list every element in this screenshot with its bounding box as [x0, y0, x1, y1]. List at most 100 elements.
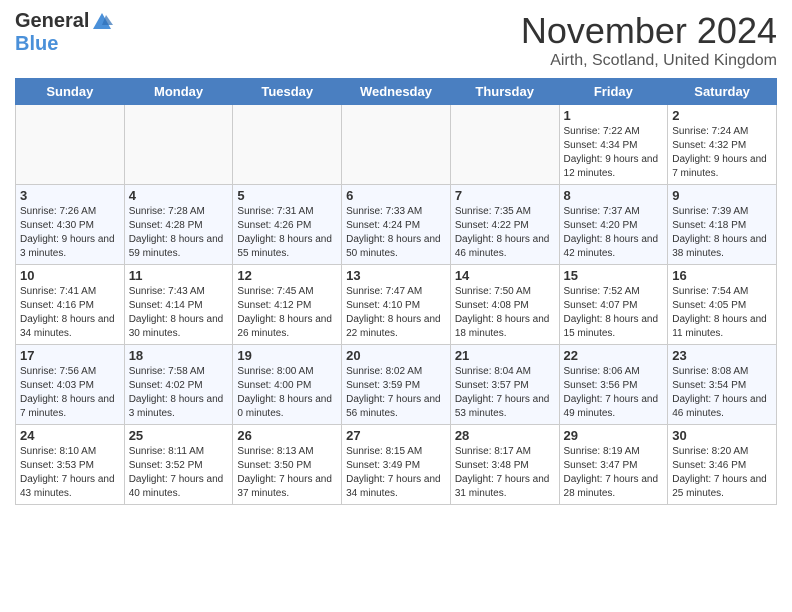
day-cell: 9 Sunrise: 7:39 AM Sunset: 4:18 PM Daylig… [668, 185, 777, 265]
week-row-3: 17 Sunrise: 7:56 AM Sunset: 4:03 PM Dayli… [16, 345, 777, 425]
day-number: 1 [564, 108, 664, 123]
week-row-0: 1 Sunrise: 7:22 AM Sunset: 4:34 PM Daylig… [16, 105, 777, 185]
day-info: Sunrise: 7:52 AM Sunset: 4:07 PM Dayligh… [564, 285, 664, 341]
day-cell: 2 Sunrise: 7:24 AM Sunset: 4:32 PM Daylig… [668, 105, 777, 185]
logo-blue-text: Blue [15, 33, 58, 55]
day-number: 3 [20, 188, 120, 203]
day-cell [16, 105, 125, 185]
day-cell: 27 Sunrise: 8:15 AM Sunset: 3:49 PM Dayli… [342, 425, 451, 505]
day-info: Sunrise: 7:45 AM Sunset: 4:12 PM Dayligh… [237, 285, 337, 341]
month-title: November 2024 [521, 10, 777, 52]
day-cell: 12Sunrise: 7:45 AM Sunset: 4:12 PM Dayli… [233, 265, 342, 345]
day-info: Sunrise: 7:41 AM Sunset: 4:16 PM Dayligh… [20, 285, 120, 341]
day-info: Sunrise: 7:31 AM Sunset: 4:26 PM Dayligh… [237, 205, 337, 261]
day-info: Sunrise: 7:50 AM Sunset: 4:08 PM Dayligh… [455, 285, 555, 341]
header-cell-tuesday: Tuesday [233, 79, 342, 105]
day-info: Sunrise: 7:39 AM Sunset: 4:18 PM Dayligh… [672, 205, 772, 261]
day-number: 25 [129, 428, 229, 443]
title-block: November 2024 Airth, Scotland, United Ki… [521, 10, 777, 70]
day-number: 19 [237, 348, 337, 363]
day-number: 6 [346, 188, 446, 203]
day-number: 29 [564, 428, 664, 443]
day-cell: 28 Sunrise: 8:17 AM Sunset: 3:48 PM Dayli… [450, 425, 559, 505]
day-cell: 29 Sunrise: 8:19 AM Sunset: 3:47 PM Dayli… [559, 425, 668, 505]
day-cell: 10Sunrise: 7:41 AM Sunset: 4:16 PM Dayli… [16, 265, 125, 345]
day-info: Sunrise: 7:56 AM Sunset: 4:03 PM Dayligh… [20, 365, 120, 421]
day-number: 17 [20, 348, 120, 363]
day-number: 15 [564, 268, 664, 283]
week-row-1: 3 Sunrise: 7:26 AM Sunset: 4:30 PM Daylig… [16, 185, 777, 265]
day-number: 7 [455, 188, 555, 203]
header-cell-friday: Friday [559, 79, 668, 105]
header-cell-thursday: Thursday [450, 79, 559, 105]
logo-icon [91, 11, 113, 33]
day-cell: 3 Sunrise: 7:26 AM Sunset: 4:30 PM Daylig… [16, 185, 125, 265]
day-info: Sunrise: 8:19 AM Sunset: 3:47 PM Dayligh… [564, 445, 664, 501]
location: Airth, Scotland, United Kingdom [521, 52, 777, 70]
day-number: 23 [672, 348, 772, 363]
week-row-4: 24Sunrise: 8:10 AM Sunset: 3:53 PM Dayli… [16, 425, 777, 505]
day-cell [450, 105, 559, 185]
day-number: 22 [564, 348, 664, 363]
day-info: Sunrise: 8:04 AM Sunset: 3:57 PM Dayligh… [455, 365, 555, 421]
day-cell: 21Sunrise: 8:04 AM Sunset: 3:57 PM Dayli… [450, 345, 559, 425]
day-info: Sunrise: 8:00 AM Sunset: 4:00 PM Dayligh… [237, 365, 337, 421]
day-info: Sunrise: 7:28 AM Sunset: 4:28 PM Dayligh… [129, 205, 229, 261]
logo-general-text: General [15, 10, 89, 33]
header: General Blue November 2024 Airth, Scotla… [15, 10, 777, 70]
day-info: Sunrise: 8:06 AM Sunset: 3:56 PM Dayligh… [564, 365, 664, 421]
day-cell: 13Sunrise: 7:47 AM Sunset: 4:10 PM Dayli… [342, 265, 451, 345]
day-info: Sunrise: 7:43 AM Sunset: 4:14 PM Dayligh… [129, 285, 229, 341]
day-number: 2 [672, 108, 772, 123]
day-cell: 15 Sunrise: 7:52 AM Sunset: 4:07 PM Dayli… [559, 265, 668, 345]
day-info: Sunrise: 8:13 AM Sunset: 3:50 PM Dayligh… [237, 445, 337, 501]
day-cell: 24Sunrise: 8:10 AM Sunset: 3:53 PM Dayli… [16, 425, 125, 505]
day-info: Sunrise: 7:26 AM Sunset: 4:30 PM Dayligh… [20, 205, 120, 261]
day-cell: 7 Sunrise: 7:35 AM Sunset: 4:22 PM Daylig… [450, 185, 559, 265]
day-info: Sunrise: 8:02 AM Sunset: 3:59 PM Dayligh… [346, 365, 446, 421]
day-cell: 11 Sunrise: 7:43 AM Sunset: 4:14 PM Dayli… [124, 265, 233, 345]
day-cell [233, 105, 342, 185]
day-cell: 23 Sunrise: 8:08 AM Sunset: 3:54 PM Dayli… [668, 345, 777, 425]
day-info: Sunrise: 8:15 AM Sunset: 3:49 PM Dayligh… [346, 445, 446, 501]
day-info: Sunrise: 7:24 AM Sunset: 4:32 PM Dayligh… [672, 125, 772, 181]
header-cell-saturday: Saturday [668, 79, 777, 105]
day-info: Sunrise: 7:22 AM Sunset: 4:34 PM Dayligh… [564, 125, 664, 181]
day-number: 20 [346, 348, 446, 363]
day-number: 9 [672, 188, 772, 203]
logo: General Blue [15, 10, 113, 56]
day-info: Sunrise: 7:37 AM Sunset: 4:20 PM Dayligh… [564, 205, 664, 261]
day-cell: 1 Sunrise: 7:22 AM Sunset: 4:34 PM Daylig… [559, 105, 668, 185]
day-cell: 14 Sunrise: 7:50 AM Sunset: 4:08 PM Dayli… [450, 265, 559, 345]
day-info: Sunrise: 8:08 AM Sunset: 3:54 PM Dayligh… [672, 365, 772, 421]
day-cell: 26 Sunrise: 8:13 AM Sunset: 3:50 PM Dayli… [233, 425, 342, 505]
day-info: Sunrise: 7:58 AM Sunset: 4:02 PM Dayligh… [129, 365, 229, 421]
day-cell: 5 Sunrise: 7:31 AM Sunset: 4:26 PM Daylig… [233, 185, 342, 265]
day-number: 30 [672, 428, 772, 443]
header-cell-monday: Monday [124, 79, 233, 105]
day-number: 14 [455, 268, 555, 283]
day-cell: 8Sunrise: 7:37 AM Sunset: 4:20 PM Daylig… [559, 185, 668, 265]
day-cell [342, 105, 451, 185]
week-row-2: 10Sunrise: 7:41 AM Sunset: 4:16 PM Dayli… [16, 265, 777, 345]
day-number: 11 [129, 268, 229, 283]
day-number: 24 [20, 428, 120, 443]
day-info: Sunrise: 8:20 AM Sunset: 3:46 PM Dayligh… [672, 445, 772, 501]
day-cell: 30 Sunrise: 8:20 AM Sunset: 3:46 PM Dayli… [668, 425, 777, 505]
header-cell-sunday: Sunday [16, 79, 125, 105]
day-cell: 4Sunrise: 7:28 AM Sunset: 4:28 PM Daylig… [124, 185, 233, 265]
calendar-table: SundayMondayTuesdayWednesdayThursdayFrid… [15, 78, 777, 505]
day-cell: 17 Sunrise: 7:56 AM Sunset: 4:03 PM Dayli… [16, 345, 125, 425]
day-number: 27 [346, 428, 446, 443]
day-number: 16 [672, 268, 772, 283]
day-number: 18 [129, 348, 229, 363]
day-info: Sunrise: 7:47 AM Sunset: 4:10 PM Dayligh… [346, 285, 446, 341]
page: General Blue November 2024 Airth, Scotla… [0, 0, 792, 515]
day-number: 28 [455, 428, 555, 443]
day-info: Sunrise: 8:17 AM Sunset: 3:48 PM Dayligh… [455, 445, 555, 501]
day-number: 26 [237, 428, 337, 443]
day-info: Sunrise: 7:35 AM Sunset: 4:22 PM Dayligh… [455, 205, 555, 261]
day-number: 5 [237, 188, 337, 203]
day-cell: 20 Sunrise: 8:02 AM Sunset: 3:59 PM Dayli… [342, 345, 451, 425]
day-cell: 6Sunrise: 7:33 AM Sunset: 4:24 PM Daylig… [342, 185, 451, 265]
